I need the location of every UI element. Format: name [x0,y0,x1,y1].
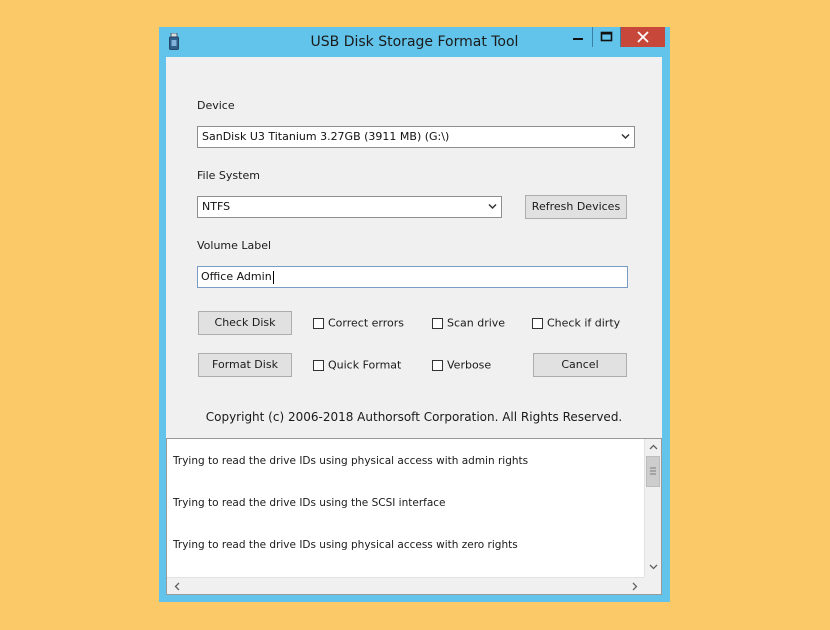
chevron-up-icon [649,444,657,450]
title-bar[interactable]: USB Disk Storage Format Tool [159,27,670,57]
refresh-devices-button[interactable]: Refresh Devices [525,195,627,219]
scan-drive-label: Scan drive [447,316,506,330]
quick-format-checkbox[interactable]: Quick Format [313,358,401,372]
close-icon [637,31,649,43]
file-system-label: File System [197,169,260,182]
checkbox-box [432,317,443,329]
grip-icon [650,467,656,475]
volume-label-label: Volume Label [197,239,272,252]
log-line: Trying to read the drive IDs using physi… [173,455,529,467]
chevron-down-icon [621,133,630,140]
scan-drive-checkbox[interactable]: Scan drive [432,316,505,330]
quick-format-label: Quick Format [328,358,402,372]
correct-errors-checkbox[interactable]: Correct errors [313,316,404,330]
file-system-select-value: NTFS [202,200,231,213]
client-area: Device SanDisk U3 Titanium 3.27GB (3911 … [166,57,662,595]
scroll-left-button[interactable] [169,578,185,594]
maximize-button[interactable] [592,27,620,47]
chevron-left-icon [174,582,180,590]
scroll-right-button[interactable] [627,578,643,594]
verbose-label: Verbose [447,358,492,372]
verbose-checkbox[interactable]: Verbose [432,358,491,372]
scroll-up-button[interactable] [645,439,661,455]
log-line: Trying to read the drive IDs using physi… [173,539,518,551]
cancel-button[interactable]: Cancel [533,353,627,377]
minimize-icon [573,38,583,40]
log-line: Trying to read the drive IDs using the S… [173,497,446,509]
app-window: USB Disk Storage Format Tool Device SanD… [159,27,670,602]
volume-label-input[interactable]: Office Admin [197,266,628,288]
checkbox-box [532,317,543,329]
file-system-select[interactable]: NTFS [197,196,502,218]
check-if-dirty-label: Check if dirty [547,316,621,330]
checkbox-box [432,359,443,371]
check-if-dirty-checkbox[interactable]: Check if dirty [532,316,620,330]
chevron-down-icon [488,203,497,210]
text-cursor [272,270,274,284]
maximize-icon [600,31,613,42]
minimize-button[interactable] [564,27,592,47]
scrollbar-corner [644,577,661,594]
log-output[interactable]: Trying to read the drive IDs using physi… [166,438,662,595]
device-select[interactable]: SanDisk U3 Titanium 3.27GB (3911 MB) (G:… [197,126,635,148]
correct-errors-label: Correct errors [328,316,405,330]
format-disk-button[interactable]: Format Disk [198,353,292,377]
copyright-text: Copyright (c) 2006-2018 Authorsoft Corpo… [205,410,623,424]
checkbox-box [313,317,324,329]
scroll-thumb[interactable] [646,456,660,487]
check-disk-button[interactable]: Check Disk [198,311,292,335]
scroll-down-button[interactable] [645,559,661,575]
close-button[interactable] [620,27,665,47]
checkbox-box [313,359,324,371]
vertical-scrollbar[interactable] [644,439,661,577]
horizontal-scrollbar[interactable] [167,577,645,594]
device-select-value: SanDisk U3 Titanium 3.27GB (3911 MB) (G:… [202,130,450,143]
chevron-down-icon [649,564,657,570]
chevron-right-icon [632,582,638,590]
device-label: Device [197,99,235,112]
volume-label-value: Office Admin [201,270,272,283]
